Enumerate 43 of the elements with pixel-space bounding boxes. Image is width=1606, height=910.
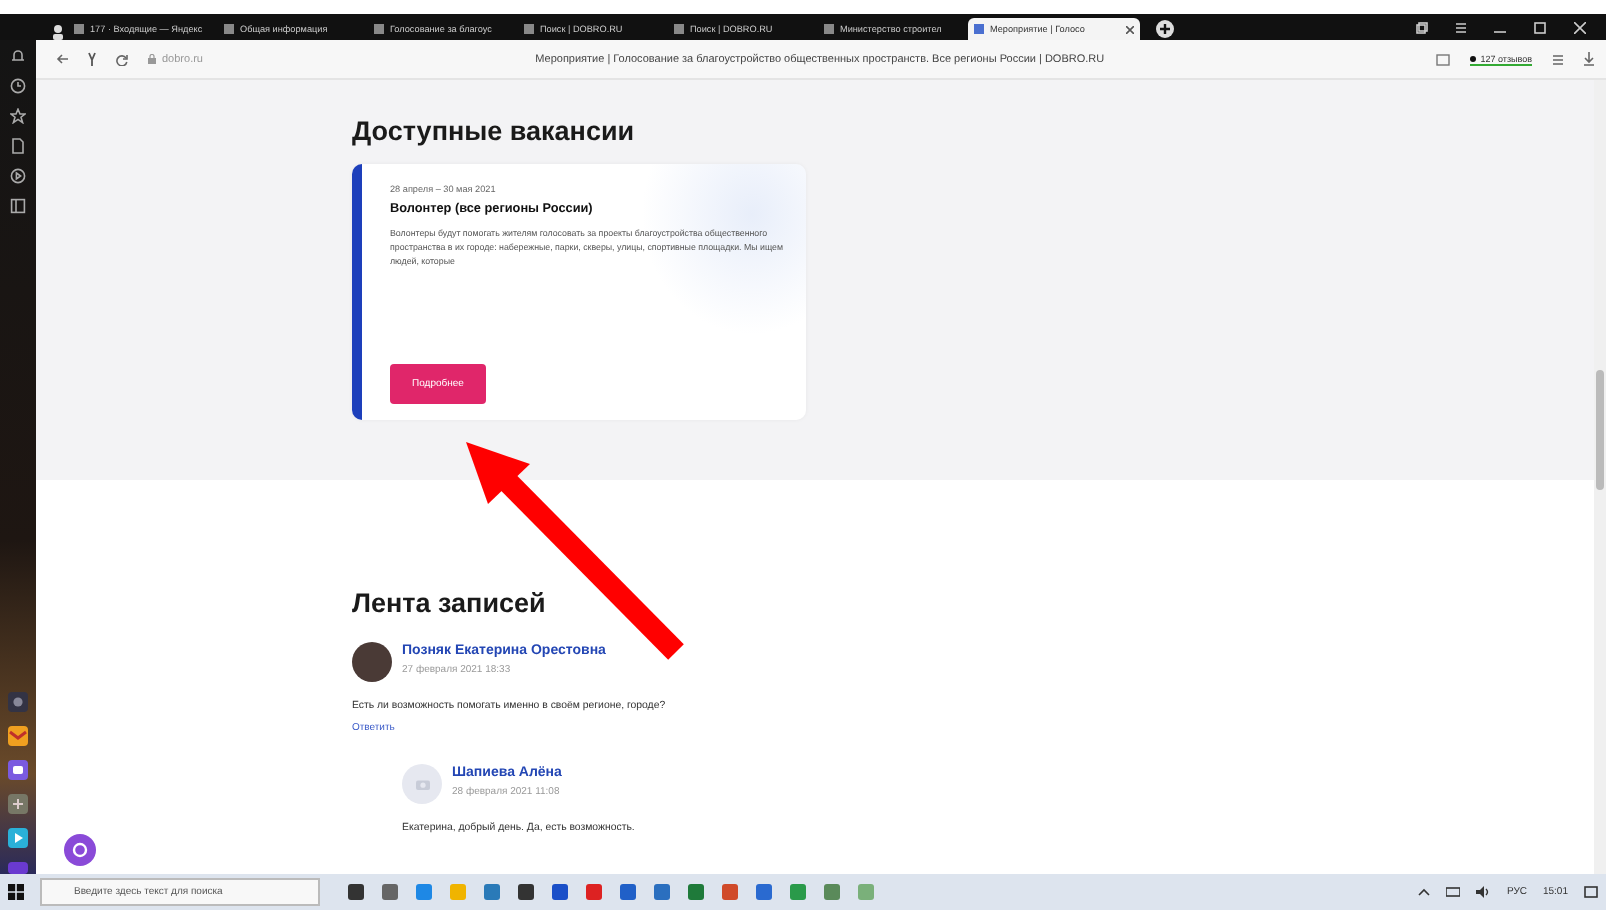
section-heading: Лента записей [352, 588, 548, 618]
favicon-icon [974, 24, 984, 34]
player-app-icon[interactable] [8, 828, 28, 848]
copy-icon[interactable] [1416, 21, 1428, 33]
camera-icon [415, 778, 429, 790]
taskbar-app-icon[interactable] [348, 884, 364, 900]
star-icon[interactable] [10, 108, 26, 124]
favicon-icon [824, 24, 834, 34]
scrollbar[interactable] [1594, 80, 1606, 874]
favicon-icon [374, 24, 384, 34]
mail-app-icon[interactable] [8, 726, 28, 746]
menu-icon[interactable] [1456, 21, 1466, 33]
chat-app-icon[interactable] [8, 760, 28, 780]
bookmarks-icon[interactable] [1552, 53, 1564, 65]
bell-icon[interactable] [10, 48, 26, 64]
camera-app-icon[interactable] [8, 692, 28, 712]
avatar-photo-placeholder [352, 642, 392, 682]
ring-icon [72, 842, 88, 858]
favicon-icon [74, 24, 84, 34]
dot-icon [1470, 55, 1477, 61]
reload-icon[interactable] [116, 53, 128, 65]
play-icon[interactable] [10, 168, 26, 184]
section-heading: Доступные вакансии [352, 116, 637, 146]
favicon-icon [224, 24, 234, 34]
windows-logo-icon[interactable] [8, 884, 24, 900]
clock-icon[interactable] [10, 78, 26, 94]
volume-icon[interactable] [1476, 886, 1491, 898]
plus-app-icon[interactable] [8, 794, 28, 814]
favicon-icon [524, 24, 534, 34]
download-icon[interactable] [1584, 52, 1594, 66]
close-icon[interactable] [1126, 25, 1134, 33]
panel-icon[interactable] [10, 198, 26, 214]
user-icon[interactable] [52, 24, 64, 40]
browser-logo-icon[interactable] [88, 52, 96, 66]
new-tab-icon[interactable] [1156, 20, 1174, 38]
maximize-icon[interactable] [1534, 21, 1546, 33]
back-arrow-icon[interactable] [56, 54, 68, 64]
taskbar-app-icon[interactable] [518, 884, 534, 900]
assistant-button[interactable] [64, 834, 96, 866]
file-icon[interactable] [10, 138, 26, 154]
favicon-icon [674, 24, 684, 34]
lock-icon [148, 54, 156, 64]
scrollbar-thumb[interactable] [1596, 370, 1604, 490]
